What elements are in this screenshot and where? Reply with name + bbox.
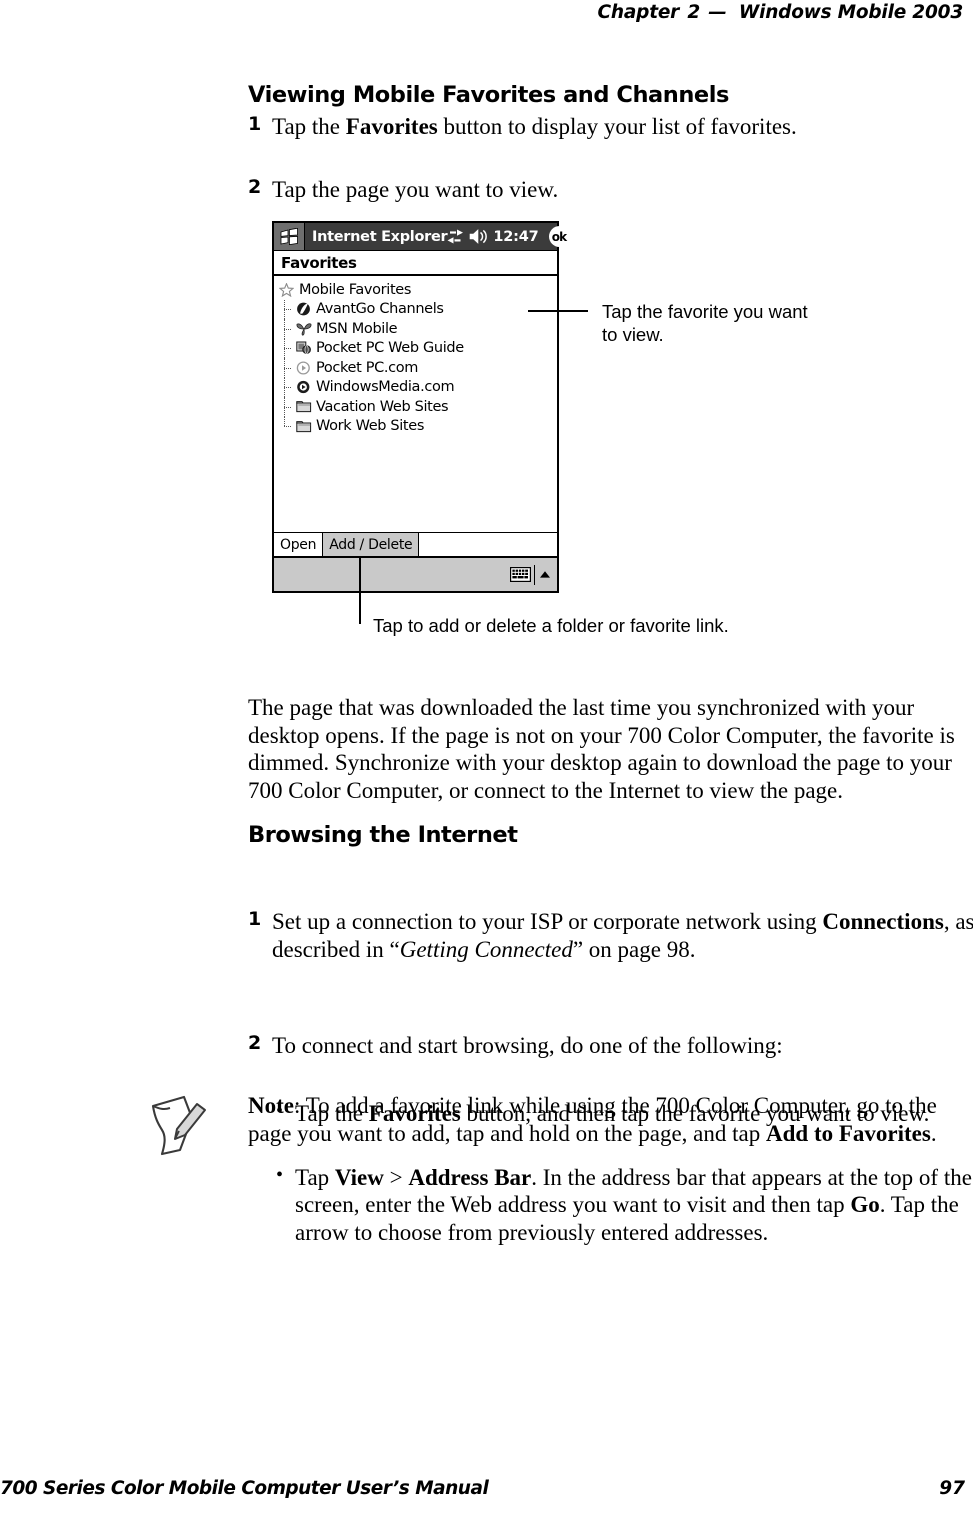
media-play-icon bbox=[295, 380, 312, 395]
web-guide-icon bbox=[295, 341, 312, 356]
list-item[interactable]: Pocket PC Web Guide bbox=[276, 338, 557, 359]
pda-title-bar: Internet Explorer 12:47 ok bbox=[274, 223, 570, 251]
callout-favorite-line1: Tap the favorite you want bbox=[602, 301, 808, 322]
step-text-1: Set up a connection to your ISP or corpo… bbox=[272, 909, 823, 935]
list-item[interactable]: AvantGo Channels bbox=[276, 299, 557, 320]
section-heading-browsing-internet: Browsing the Internet bbox=[248, 822, 518, 848]
callout-leader-favorite bbox=[528, 310, 588, 312]
pda-screenshot-figure: Internet Explorer 12:47 ok Favorites Mob… bbox=[272, 221, 570, 593]
list-item-label: Pocket PC Web Guide bbox=[316, 340, 464, 357]
step-item: 1 Tap the Favorites button to display yo… bbox=[248, 113, 973, 141]
callout-leader-add-delete bbox=[359, 556, 361, 624]
note-text-bold-add-to-favorites: Add to Favorites bbox=[766, 1120, 931, 1146]
header-dash: — bbox=[708, 2, 727, 23]
step-text-pre: Tap the bbox=[272, 114, 346, 139]
clock-icon bbox=[295, 360, 312, 375]
step-item: 2 Tap the page you want to view. bbox=[248, 176, 973, 204]
speaker-icon[interactable] bbox=[469, 229, 488, 244]
connectivity-icon[interactable] bbox=[447, 229, 464, 244]
tab-bar-filler bbox=[419, 533, 557, 556]
list-item[interactable]: Mobile Favorites bbox=[276, 280, 557, 300]
header-chapter-label: Chapter bbox=[597, 2, 680, 23]
step-text-post: button to display your list of favorites… bbox=[437, 114, 797, 139]
header-chapter-number: 2 bbox=[687, 2, 701, 23]
list-item[interactable]: Vacation Web Sites bbox=[276, 397, 557, 417]
pda-clock: 12:47 bbox=[493, 228, 539, 245]
tab-open[interactable]: Open bbox=[274, 533, 324, 556]
list-item: • Tap View > Address Bar. In the address… bbox=[268, 1164, 973, 1247]
chevron-up-icon[interactable] bbox=[534, 564, 557, 585]
footer-page-number: 97 bbox=[939, 1478, 965, 1499]
step-item: 1 Set up a connection to your ISP or cor… bbox=[248, 908, 973, 963]
list-item-label: AvantGo Channels bbox=[316, 301, 444, 318]
folder-icon bbox=[295, 399, 312, 414]
running-header: Chapter 2 — Windows Mobile 2003 bbox=[597, 2, 964, 23]
list-item[interactable]: Pocket PC.com bbox=[276, 358, 557, 378]
folder-icon bbox=[295, 419, 312, 434]
list-item-label: Vacation Web Sites bbox=[316, 398, 449, 415]
step-text-italic-getting-connected: Getting Connected bbox=[399, 936, 573, 962]
bullet-marker: • bbox=[276, 1163, 284, 1186]
bullet-text-bold-address-bar: Address Bar bbox=[408, 1164, 532, 1190]
note-text-2: . bbox=[930, 1120, 937, 1146]
tab-add-delete[interactable]: Add / Delete bbox=[323, 533, 420, 556]
footer-manual-title: 700 Series Color Mobile Computer User’s … bbox=[0, 1478, 489, 1499]
step-number: 1 bbox=[248, 113, 262, 135]
favorites-tree[interactable]: Mobile Favorites AvantGo Channels MSN Mo… bbox=[274, 276, 557, 548]
list-item-label: Work Web Sites bbox=[316, 418, 425, 435]
section-heading-viewing-favorites: Viewing Mobile Favorites and Channels bbox=[248, 82, 729, 108]
callout-add-delete: Tap to add or delete a folder or favorit… bbox=[373, 615, 729, 636]
pda-page-title: Favorites bbox=[274, 251, 557, 276]
note-pencil-icon bbox=[148, 1092, 210, 1162]
list-item-label: MSN Mobile bbox=[316, 320, 398, 337]
keyboard-icon[interactable] bbox=[510, 567, 531, 582]
note-block: Note: To add a favorite link while using… bbox=[248, 1092, 973, 1147]
msn-butterfly-icon bbox=[295, 321, 312, 336]
header-product: Windows Mobile 2003 bbox=[738, 2, 963, 23]
list-item[interactable]: WindowsMedia.com bbox=[276, 377, 557, 398]
note-label: Note bbox=[248, 1093, 294, 1118]
step-text: To connect and start browsing, do one of… bbox=[272, 1033, 783, 1059]
pda-title-text: Internet Explorer bbox=[312, 228, 448, 245]
bullet-text-bold-go: Go bbox=[850, 1192, 880, 1218]
star-icon bbox=[278, 282, 295, 297]
step-text-bold: Favorites bbox=[345, 114, 438, 139]
bullet-text-1: Tap bbox=[295, 1164, 335, 1190]
callout-favorite-line2: to view. bbox=[602, 324, 664, 346]
step-text-bold-connections: Connections bbox=[822, 909, 944, 935]
step-number: 1 bbox=[248, 908, 262, 931]
windows-flag-icon[interactable] bbox=[274, 223, 305, 250]
step-number: 2 bbox=[248, 175, 262, 198]
step-text-3: ” on page 98. bbox=[572, 936, 696, 962]
body-paragraph: The page that was downloaded the last ti… bbox=[248, 695, 955, 803]
ok-button[interactable]: ok bbox=[548, 226, 570, 247]
list-item[interactable]: MSN Mobile bbox=[276, 319, 557, 339]
callout-favorite: Tap the favorite you want to view. bbox=[602, 300, 862, 346]
step-number: 2 bbox=[248, 1032, 262, 1055]
list-item-label: Pocket PC.com bbox=[316, 359, 419, 376]
pda-status-bar bbox=[274, 556, 557, 591]
avantgo-icon bbox=[295, 302, 312, 317]
step-text-pre: Tap the page you want to view. bbox=[272, 176, 559, 202]
bullet-text-2: > bbox=[383, 1164, 409, 1190]
list-item-label: WindowsMedia.com bbox=[316, 379, 455, 396]
pda-tab-bar: Open Add / Delete bbox=[274, 532, 557, 556]
step-item: 2 To connect and start browsing, do one … bbox=[248, 1032, 973, 1060]
list-item[interactable]: Work Web Sites bbox=[276, 416, 557, 437]
bullet-text-bold-view: View bbox=[334, 1164, 384, 1190]
list-item-label: Mobile Favorites bbox=[299, 281, 412, 298]
